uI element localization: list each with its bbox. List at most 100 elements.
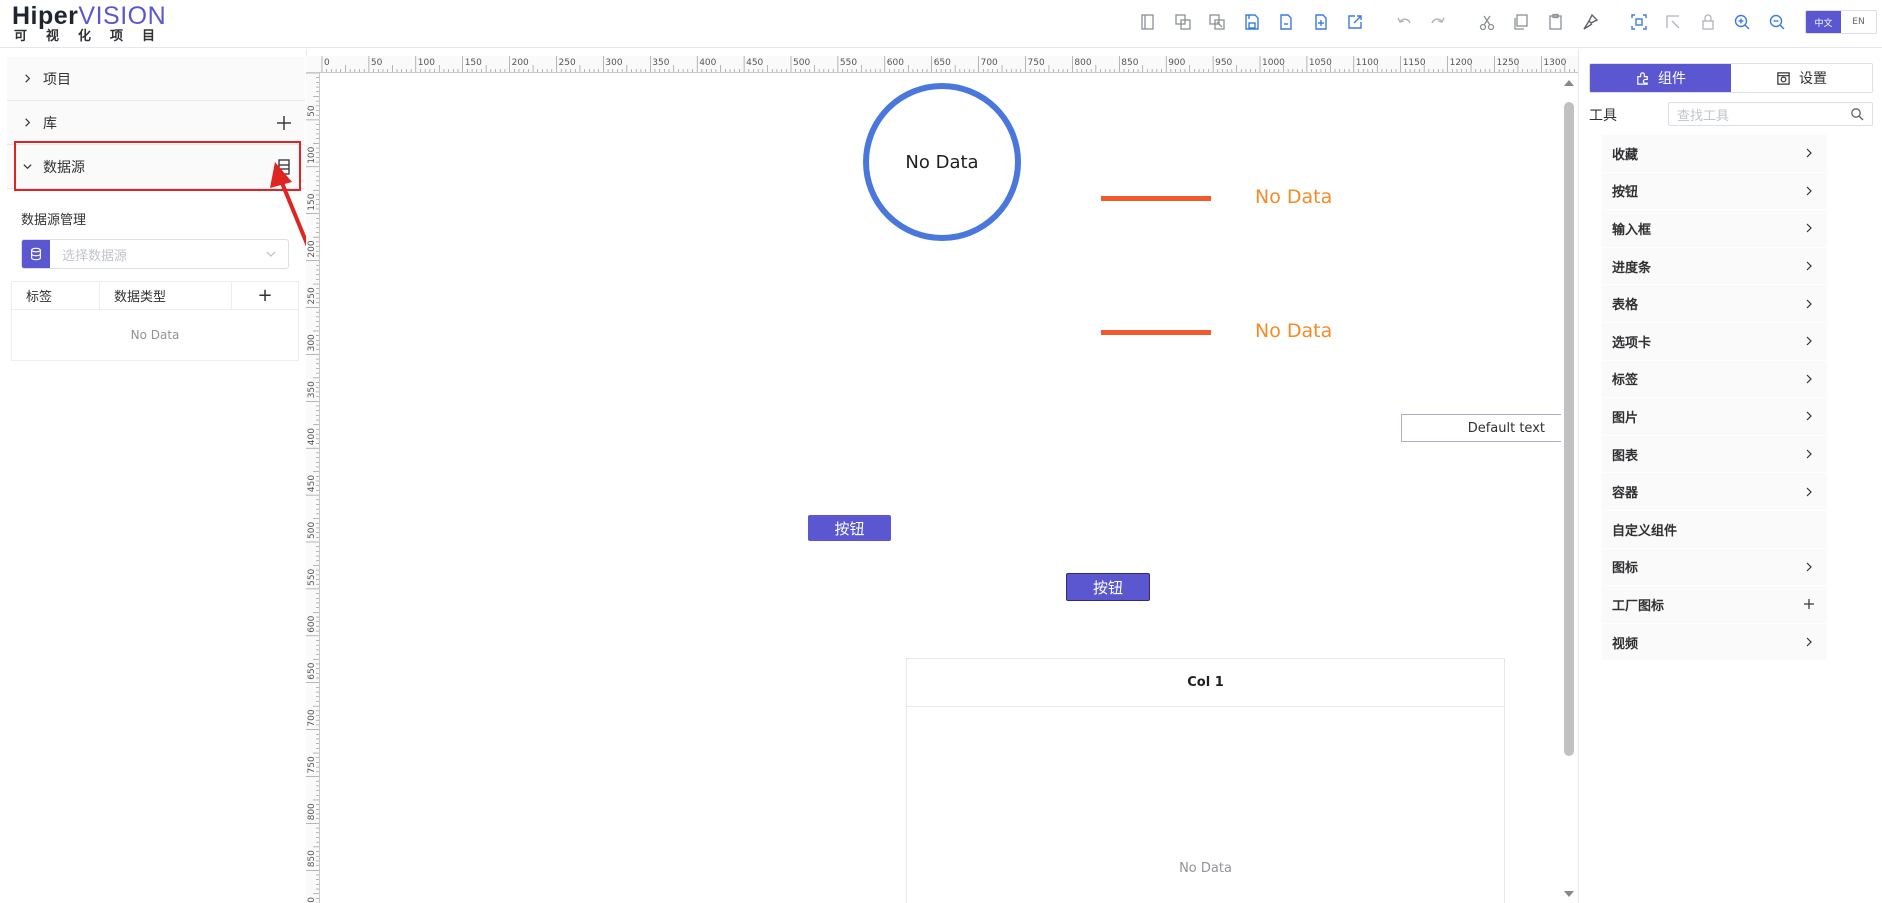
tab-settings[interactable]: 设置 <box>1731 64 1872 92</box>
component-category[interactable]: 自定义组件 <box>1602 510 1827 549</box>
component-category[interactable]: 输入框 <box>1602 210 1827 248</box>
section-label: 项目 <box>43 71 71 88</box>
copy-component-icon[interactable] <box>1509 10 1533 34</box>
tool-label: 工具 <box>1589 108 1617 124</box>
component-category[interactable]: 表格 <box>1602 285 1827 323</box>
ruler-label: 750 <box>307 756 317 773</box>
textbox-widget-text: Default text <box>1467 420 1545 436</box>
ruler-label: 500 <box>793 58 810 68</box>
component-category[interactable]: 图表 <box>1602 435 1827 474</box>
ruler-label: 100 <box>307 146 317 163</box>
right-panel-tabs: 组件 设置 <box>1589 63 1873 93</box>
search-icon[interactable] <box>1850 107 1864 121</box>
lang-cn-button[interactable]: 中文 <box>1806 11 1841 33</box>
ruler-label: 1100 <box>1356 58 1379 68</box>
circle-widget-text: No Data <box>905 151 979 173</box>
ruler-label: 550 <box>840 58 857 68</box>
component-category[interactable]: 图片 <box>1602 398 1827 436</box>
line-widget-2-text: No Data <box>1255 320 1333 342</box>
datasource-list-icon[interactable] <box>275 158 293 176</box>
paste-icon[interactable] <box>1544 10 1568 34</box>
lang-en-button[interactable]: EN <box>1841 11 1876 33</box>
ruler-label: 900 <box>1168 58 1185 68</box>
circle-widget[interactable]: No Data <box>863 83 1021 241</box>
line-widget-2[interactable] <box>1101 330 1211 335</box>
component-icon <box>1637 71 1648 85</box>
tab-components[interactable]: 组件 <box>1590 64 1731 92</box>
database-icon <box>22 240 50 268</box>
component-category[interactable]: 收藏 <box>1602 135 1827 173</box>
canvas-scrollbar[interactable] <box>1561 74 1578 903</box>
plus-icon[interactable] <box>1803 598 1815 610</box>
scrollbar-thumb[interactable] <box>1564 102 1574 756</box>
tool-search-input[interactable]: 查找工具 <box>1668 102 1873 126</box>
component-category[interactable]: 视频 <box>1602 623 1827 662</box>
component-category[interactable]: 进度条 <box>1602 247 1827 286</box>
design-canvas[interactable]: No Data No Data No Data Default text 按钮 … <box>321 74 1561 903</box>
redo-icon[interactable] <box>1426 10 1450 34</box>
delete-page-icon[interactable] <box>1205 10 1229 34</box>
copy-icon[interactable] <box>1171 10 1195 34</box>
button-widget-1[interactable]: 按钮 <box>808 515 891 541</box>
scroll-down-icon[interactable] <box>1564 891 1574 897</box>
ruler-label: 150 <box>465 58 482 68</box>
textbox-widget[interactable]: Default text <box>1401 414 1561 442</box>
section-label: 数据源 <box>43 159 85 176</box>
section-datasource[interactable]: 数据源 <box>7 145 305 189</box>
component-category[interactable]: 工厂图标 <box>1602 586 1827 624</box>
ruler-label: 100 <box>418 58 435 68</box>
component-category-label: 按钮 <box>1612 185 1639 201</box>
cut-icon[interactable] <box>1475 10 1499 34</box>
lock-icon[interactable] <box>1696 10 1720 34</box>
zoom-out-icon[interactable] <box>1765 10 1789 34</box>
section-library[interactable]: 库 <box>7 101 305 145</box>
component-category[interactable]: 标签 <box>1602 360 1827 399</box>
component-category-label: 容器 <box>1612 486 1639 502</box>
add-row-button[interactable]: + <box>232 282 298 309</box>
save-icon[interactable] <box>1240 10 1264 34</box>
component-category[interactable]: 图标 <box>1602 548 1827 587</box>
section-label: 库 <box>43 115 57 132</box>
datasource-select[interactable]: 选择数据源 <box>21 239 289 269</box>
ruler-label: 500 <box>307 522 317 539</box>
chevron-down-icon <box>19 159 35 175</box>
component-category-label: 表格 <box>1612 298 1639 314</box>
ruler-corner <box>306 56 320 73</box>
chevron-right-icon <box>1806 374 1812 384</box>
scroll-up-icon[interactable] <box>1564 80 1574 86</box>
component-category[interactable]: 容器 <box>1602 473 1827 511</box>
save-as-icon[interactable] <box>1274 10 1298 34</box>
table-widget[interactable]: Col 1 No Data <box>906 658 1505 903</box>
settings-icon <box>1777 71 1790 85</box>
component-category[interactable]: 选项卡 <box>1602 322 1827 361</box>
component-category-label: 图表 <box>1612 448 1639 464</box>
button-widget-2[interactable]: 按钮 <box>1066 573 1150 601</box>
right-panel: 组件 设置 工具 查找工具 收藏按钮输入框 进度条表格选项卡标签 图片图表容器自定义… <box>1578 49 1882 903</box>
ruler-label: 850 <box>307 850 317 867</box>
line-widget-1[interactable] <box>1101 196 1211 201</box>
datasource-table: 标签 数据类型 + No Data <box>11 281 299 361</box>
component-category-label: 选项卡 <box>1612 335 1652 351</box>
new-page-icon[interactable] <box>1136 10 1160 34</box>
section-project[interactable]: 项目 <box>7 57 305 101</box>
import-icon[interactable] <box>1309 10 1333 34</box>
chevron-right-icon <box>19 71 35 87</box>
chevron-right-icon <box>1806 336 1812 346</box>
column-header-type: 数据类型 <box>100 282 232 309</box>
component-category-label: 收藏 <box>1612 147 1639 163</box>
chevron-right-icon <box>1806 637 1812 647</box>
pointer-icon[interactable] <box>1661 10 1685 34</box>
ruler-label: 550 <box>307 568 317 585</box>
ruler-label: 800 <box>1074 58 1091 68</box>
tab-components-label: 组件 <box>1658 71 1686 87</box>
ruler-label: 600 <box>307 615 317 632</box>
ruler-label: 150 <box>307 193 317 210</box>
select-icon[interactable] <box>1627 10 1651 34</box>
toolbar <box>1136 10 1799 34</box>
zoom-in-icon[interactable] <box>1730 10 1754 34</box>
format-brush-icon[interactable] <box>1578 10 1602 34</box>
plus-icon[interactable] <box>275 114 293 132</box>
component-category[interactable]: 按钮 <box>1602 172 1827 211</box>
export-icon[interactable] <box>1343 10 1367 34</box>
undo-icon[interactable] <box>1392 10 1416 34</box>
